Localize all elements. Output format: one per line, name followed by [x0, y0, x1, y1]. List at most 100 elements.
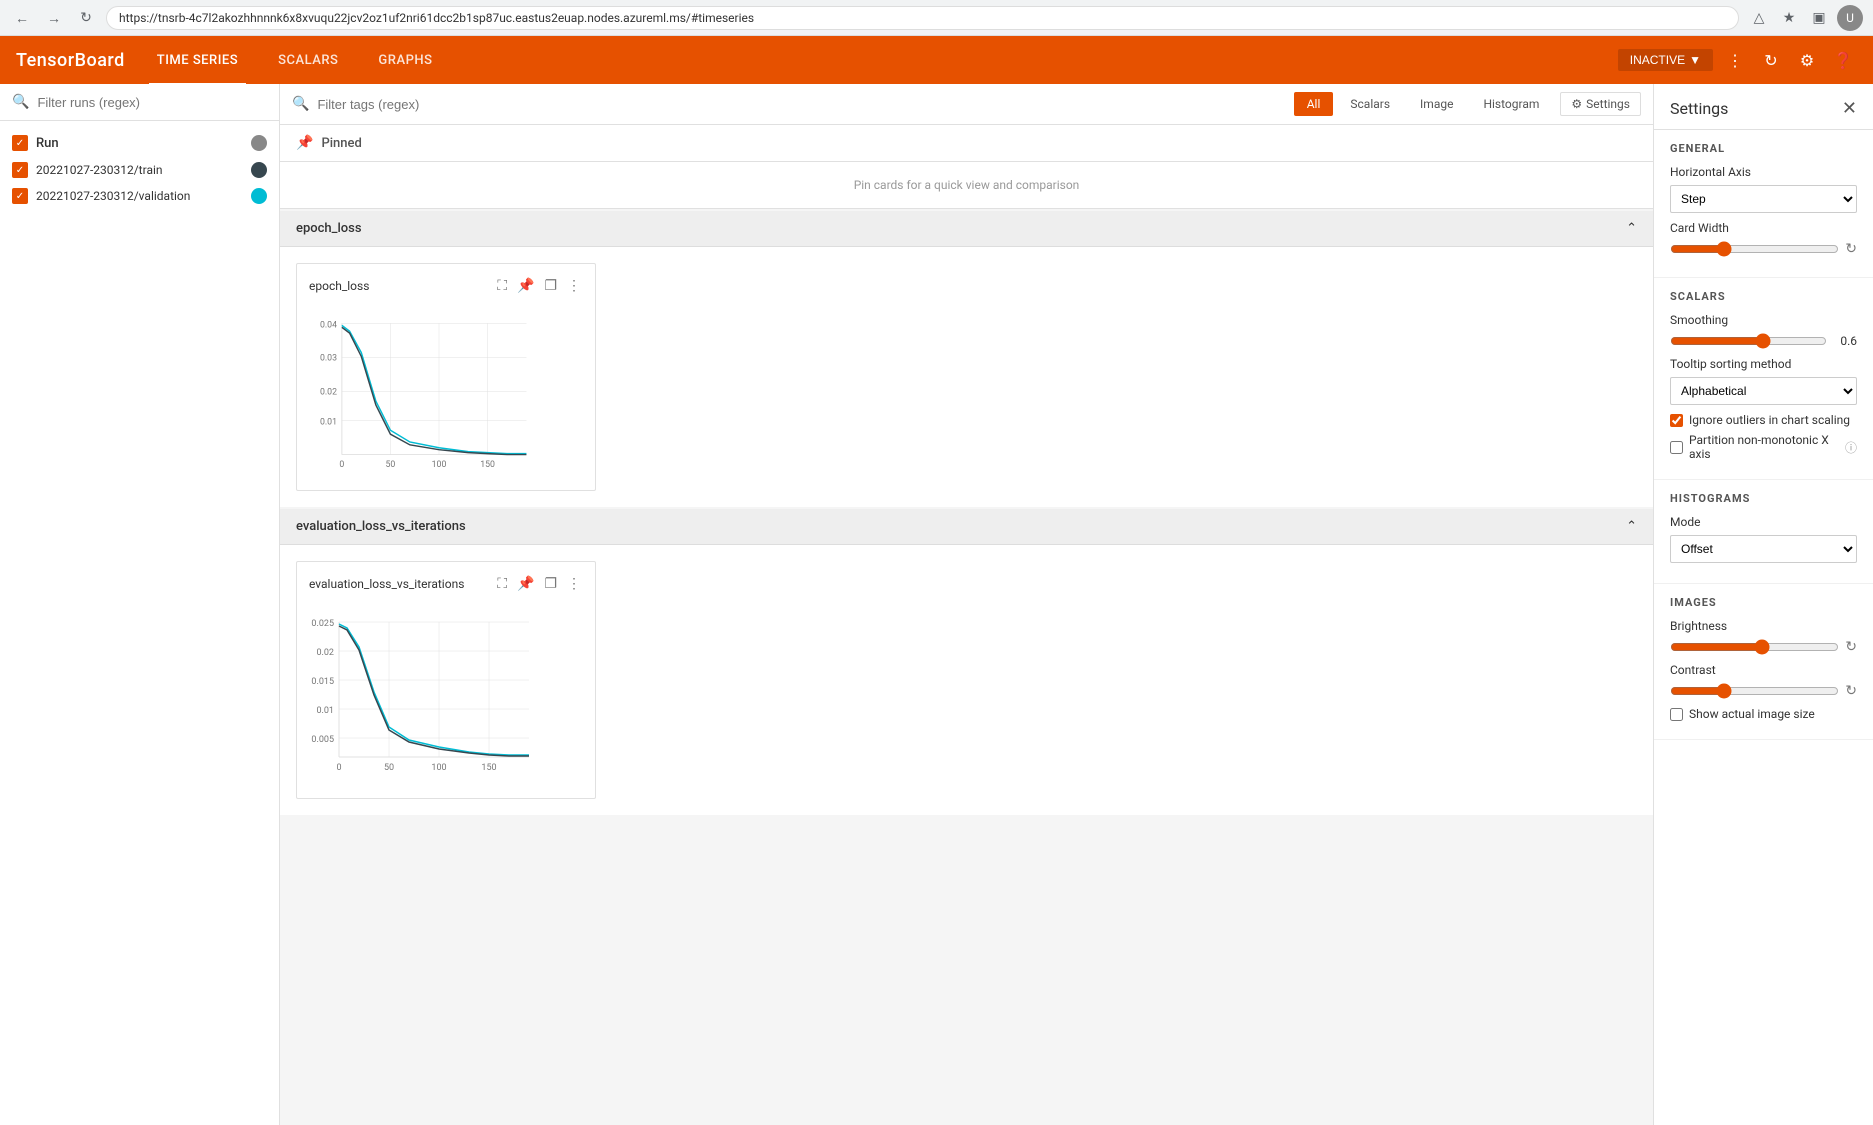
mode-label: Mode — [1670, 515, 1857, 529]
card-width-reset[interactable]: ↻ — [1845, 241, 1857, 257]
run-train-label: 20221027-230312/train — [36, 163, 163, 177]
brightness-slider[interactable] — [1670, 639, 1839, 655]
settings-panel: Settings ✕ GENERAL Horizontal Axis Step … — [1653, 84, 1873, 1125]
reload-button[interactable]: ↻ — [74, 6, 98, 30]
ignore-outliers-label: Ignore outliers in chart scaling — [1689, 413, 1850, 427]
search-icon: 🔍 — [12, 94, 29, 110]
smoothing-slider[interactable] — [1670, 333, 1827, 349]
card-width-slider[interactable] — [1670, 241, 1839, 257]
tab-image[interactable]: Image — [1407, 92, 1466, 116]
tab-histogram[interactable]: Histogram — [1470, 92, 1552, 116]
run-validation-checkbox[interactable] — [12, 188, 28, 204]
brightness-label: Brightness — [1670, 619, 1857, 633]
chart-card-header-epoch-loss: epoch_loss ⛶ 📌 ❐ ⋮ — [309, 276, 583, 296]
show-actual-size-row: Show actual image size — [1670, 707, 1857, 721]
settings-dots-icon[interactable]: ⋮ — [1721, 46, 1749, 74]
charts-area[interactable]: 📌 Pinned Pin cards for a quick view and … — [280, 125, 1653, 1125]
contrast-reset[interactable]: ↻ — [1845, 683, 1857, 699]
content-panel: 🔍 All Scalars Image Histogram ⚙ Settings… — [280, 84, 1653, 1125]
tooltip-sort-label: Tooltip sorting method — [1670, 357, 1857, 371]
chart-actions-eval-loss: ⛶ 📌 ❐ ⋮ — [495, 574, 583, 594]
horizontal-axis-label: Horizontal Axis — [1670, 165, 1857, 179]
chart-group-name-epoch-loss: epoch_loss — [296, 221, 362, 236]
expand2-icon[interactable]: ❐ — [542, 574, 559, 594]
show-actual-size-checkbox[interactable] — [1670, 708, 1683, 721]
app: TensorBoard TIME SERIES SCALARS GRAPHS I… — [0, 36, 1873, 1125]
svg-text:0: 0 — [339, 460, 344, 470]
smoothing-row: 0.6 — [1670, 333, 1857, 349]
forward-button[interactable]: → — [42, 6, 66, 30]
inactive-button[interactable]: INACTIVE ▼ — [1618, 49, 1713, 71]
filter-runs-input[interactable] — [37, 95, 267, 110]
chart-card-header-eval-loss: evaluation_loss_vs_iterations ⛶ 📌 ❐ ⋮ — [309, 574, 583, 594]
back-button[interactable]: ← — [10, 6, 34, 30]
mode-select[interactable]: Offset Overlay — [1670, 535, 1857, 563]
partition-help-icon[interactable]: ⓘ — [1845, 439, 1857, 456]
image-icon[interactable]: ⛶ — [495, 276, 509, 296]
horizontal-axis-select[interactable]: Step Relative Wall — [1670, 185, 1857, 213]
expand-icon[interactable]: ❐ — [542, 276, 559, 296]
tab-all[interactable]: All — [1294, 92, 1334, 116]
gear-small-icon: ⚙ — [1571, 97, 1582, 111]
collapse-icon-eval-loss[interactable]: ⌃ — [1626, 519, 1637, 534]
tooltip-sort-select[interactable]: Alphabetical Ascending Descending None — [1670, 377, 1857, 405]
pin-chart-icon[interactable]: 📌 — [515, 276, 536, 296]
pinned-placeholder: Pin cards for a quick view and compariso… — [280, 162, 1653, 209]
tab-scalars[interactable]: Scalars — [1337, 92, 1403, 116]
run-item-train: 20221027-230312/train — [0, 157, 279, 183]
run-train-checkbox[interactable] — [12, 162, 28, 178]
help-icon[interactable]: ❓ — [1829, 46, 1857, 74]
brightness-row: ↻ — [1670, 639, 1857, 655]
brand-logo: TensorBoard — [16, 50, 125, 71]
run-header-checkbox[interactable] — [12, 135, 28, 151]
nav-scalars[interactable]: SCALARS — [270, 49, 346, 72]
chart-group-epoch-loss: epoch_loss ⌃ epoch_loss ⛶ 📌 ❐ ⋮ — [280, 211, 1653, 507]
refresh-icon[interactable]: ↻ — [1757, 46, 1785, 74]
svg-text:0.02: 0.02 — [320, 387, 337, 397]
chart-group-header-epoch-loss[interactable]: epoch_loss ⌃ — [280, 211, 1653, 247]
partition-row: Partition non-monotonic X axis ⓘ — [1670, 433, 1857, 461]
card-width-label: Card Width — [1670, 221, 1857, 235]
chart-group-header-eval-loss[interactable]: evaluation_loss_vs_iterations ⌃ — [280, 509, 1653, 545]
more-vert2-icon[interactable]: ⋮ — [565, 574, 583, 594]
chart-group-content-eval-loss: evaluation_loss_vs_iterations ⛶ 📌 ❐ ⋮ — [280, 545, 1653, 815]
svg-text:0.025: 0.025 — [311, 619, 334, 629]
profile-icon[interactable]: △ — [1747, 6, 1771, 30]
card-width-row: ↻ — [1670, 241, 1857, 257]
chart-group-name-eval-loss: evaluation_loss_vs_iterations — [296, 519, 466, 534]
chart-group-content-epoch-loss: epoch_loss ⛶ 📌 ❐ ⋮ — [280, 247, 1653, 507]
gear-icon[interactable]: ⚙ — [1793, 46, 1821, 74]
extensions-icon[interactable]: ▣ — [1807, 6, 1831, 30]
partition-checkbox[interactable] — [1670, 441, 1683, 454]
filter-tags-input[interactable] — [317, 97, 1285, 112]
svg-text:0.02: 0.02 — [316, 648, 334, 658]
account-icon[interactable]: U — [1837, 5, 1863, 31]
images-section-title: IMAGES — [1670, 596, 1857, 609]
smoothing-label: Smoothing — [1670, 313, 1857, 327]
chart-title-eval-loss: evaluation_loss_vs_iterations — [309, 577, 464, 591]
image2-icon[interactable]: ⛶ — [495, 574, 509, 594]
contrast-slider[interactable] — [1670, 683, 1839, 699]
chart-card-eval-loss: evaluation_loss_vs_iterations ⛶ 📌 ❐ ⋮ — [296, 561, 596, 799]
nav-graphs[interactable]: GRAPHS — [370, 49, 440, 72]
run-header: Run — [0, 129, 279, 157]
run-item-validation: 20221027-230312/validation — [0, 183, 279, 209]
contrast-label: Contrast — [1670, 663, 1857, 677]
collapse-icon-epoch-loss[interactable]: ⌃ — [1626, 221, 1637, 236]
nav-time-series[interactable]: TIME SERIES — [149, 49, 246, 72]
svg-text:0.03: 0.03 — [320, 353, 337, 363]
pin-chart2-icon[interactable]: 📌 — [515, 574, 536, 594]
chart-group-eval-loss: evaluation_loss_vs_iterations ⌃ evaluati… — [280, 509, 1653, 815]
nav-right: INACTIVE ▼ ⋮ ↻ ⚙ ❓ — [1618, 46, 1857, 74]
ignore-outliers-checkbox[interactable] — [1670, 414, 1683, 427]
more-vert-icon[interactable]: ⋮ — [565, 276, 583, 296]
settings-button[interactable]: ⚙ Settings — [1560, 92, 1641, 116]
brightness-reset[interactable]: ↻ — [1845, 639, 1857, 655]
settings-close-button[interactable]: ✕ — [1842, 98, 1857, 119]
svg-text:0.01: 0.01 — [320, 417, 337, 427]
svg-text:150: 150 — [480, 460, 495, 470]
settings-histograms: HISTOGRAMS Mode Offset Overlay — [1654, 480, 1873, 584]
settings-images: IMAGES Brightness ↻ Contrast ↻ Show actu… — [1654, 584, 1873, 740]
url-bar[interactable]: https://tnsrb-4c7l2akozhhnnnk6x8xvuqu22j… — [106, 6, 1739, 30]
star-icon[interactable]: ★ — [1777, 6, 1801, 30]
